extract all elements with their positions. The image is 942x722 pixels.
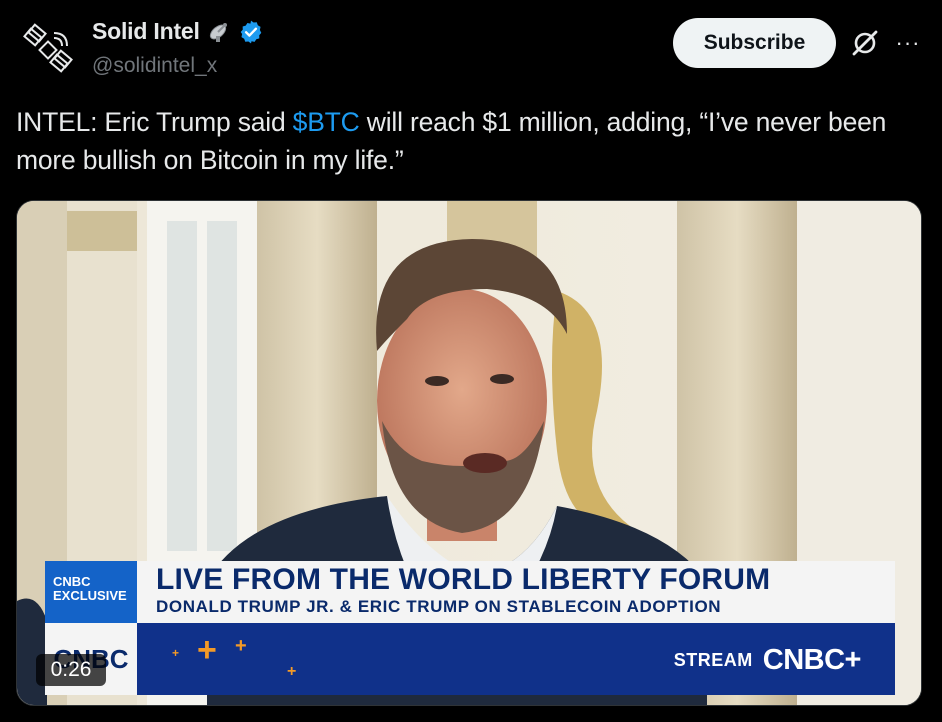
subscribe-button[interactable]: Subscribe xyxy=(673,18,836,68)
verified-badge-icon xyxy=(240,20,261,43)
grok-icon[interactable] xyxy=(850,28,880,58)
tweet-text-part: INTEL: Eric Trump said xyxy=(16,107,293,137)
author-avatar[interactable] xyxy=(18,20,78,80)
lower-third-title: LIVE FROM THE WORLD LIBERTY FORUM xyxy=(156,563,771,596)
lower-third-subtitle: DONALD TRUMP JR. & ERIC TRUMP ON STABLEC… xyxy=(156,597,722,616)
video-player[interactable]: CNBC EXCLUSIVE LIVE FROM THE WORLD LIBER… xyxy=(16,200,922,706)
tweet-text: INTEL: Eric Trump said $BTC will reach $… xyxy=(16,103,916,179)
cnbc-plus-logo: CNBC+ xyxy=(762,644,862,676)
author-name-row: Solid Intel xyxy=(92,18,264,45)
stream-label: STREAM xyxy=(673,650,753,670)
video-duration: 0:26 xyxy=(36,654,106,686)
cnbc-exclusive-tag: CNBC EXCLUSIVE xyxy=(45,561,137,623)
satellite-icon xyxy=(23,23,73,73)
cashtag-link[interactable]: $BTC xyxy=(293,107,360,137)
more-options-icon[interactable]: ··· xyxy=(893,28,923,58)
author-display-name[interactable]: Solid Intel xyxy=(92,18,200,45)
plus-decoration-icon: + xyxy=(197,631,217,669)
stream-cnbc-plus: STREAM CNBC+ xyxy=(673,644,862,677)
plus-decoration-icon: + xyxy=(235,635,247,657)
satellite-dish-icon xyxy=(209,22,227,42)
plus-decoration-icon: + xyxy=(172,646,180,660)
author-handle[interactable]: @solidintel_x xyxy=(92,54,217,78)
plus-decoration-icon: + xyxy=(287,663,297,680)
